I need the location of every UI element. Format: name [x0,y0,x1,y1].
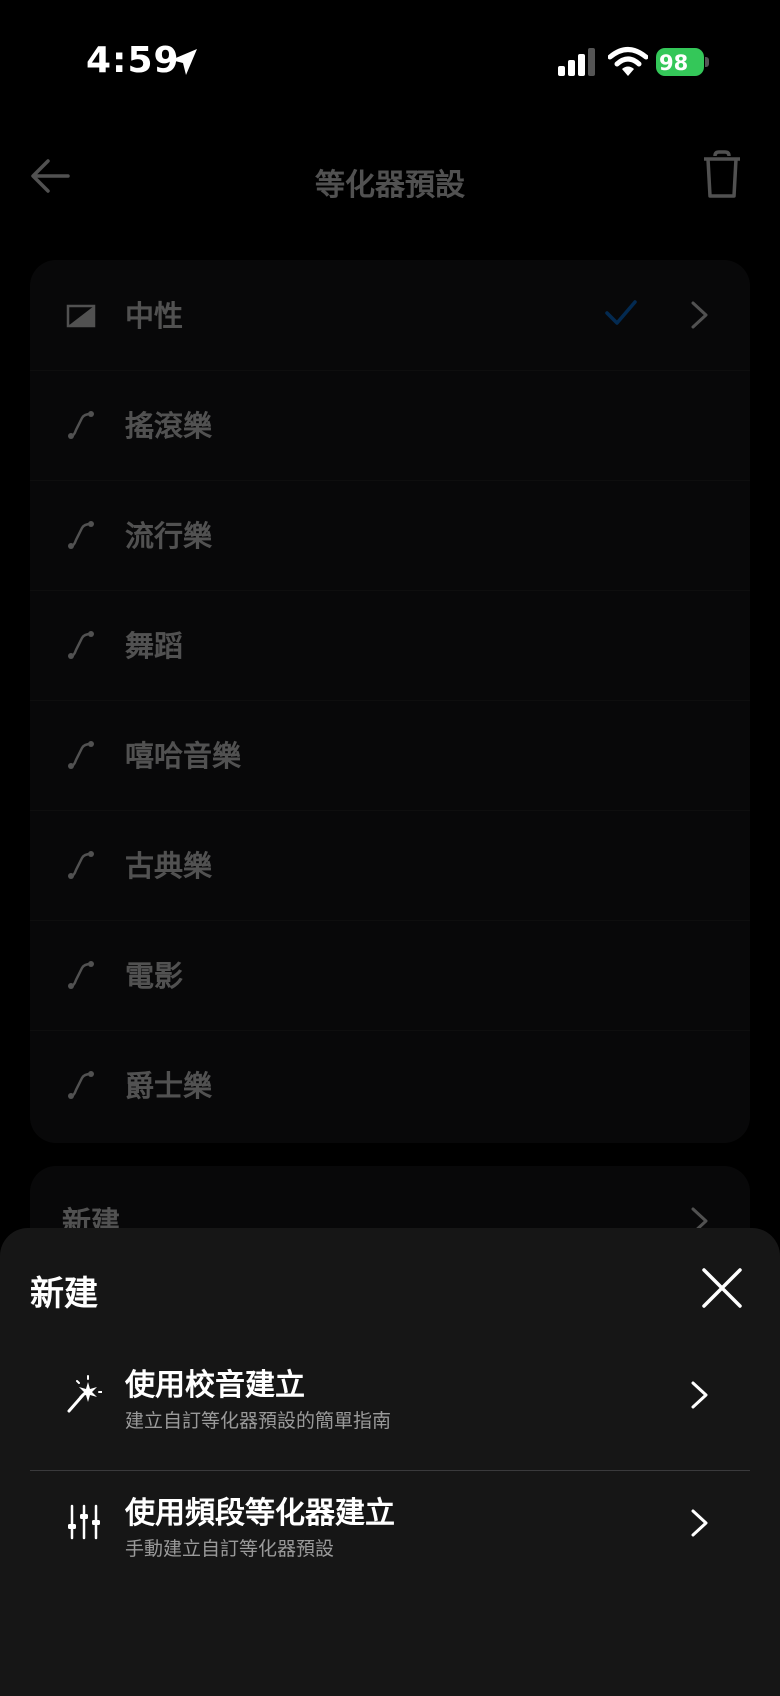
curve-icon [68,521,94,549]
option-title: 使用校音建立 [125,1368,305,1403]
chevron-right-icon [691,1509,708,1537]
nav-bar: 等化器預設 [0,130,780,220]
close-icon[interactable] [700,1266,744,1310]
status-time: 4:59 [86,40,180,81]
preset-row-neutral[interactable]: 中性 [30,260,750,371]
curve-icon [68,741,94,769]
preset-label: 舞蹈 [125,629,184,663]
curve-icon [68,411,94,439]
create-with-band-eq-option[interactable]: 使用頻段等化器建立 手動建立自訂等化器預設 [30,1470,750,1596]
preset-label: 古典樂 [125,849,213,883]
preset-label: 中性 [125,299,184,333]
cellular-signal-icon [558,48,595,76]
preset-label: 嘻哈音樂 [125,739,242,773]
preset-label: 搖滾樂 [125,409,213,443]
chevron-right-icon [691,301,708,329]
option-subtitle: 手動建立自訂等化器預設 [125,1538,335,1560]
preset-row-jazz[interactable]: 爵士樂 [30,1030,750,1140]
curve-icon [68,851,94,879]
checkmark-icon [605,300,637,325]
curve-icon [68,1071,94,1099]
preset-row-classical[interactable]: 古典樂 [30,810,750,921]
magic-wand-icon [67,1375,102,1413]
battery-indicator: 98 [656,48,710,78]
preset-row-dance[interactable]: 舞蹈 [30,590,750,701]
option-title: 使用頻段等化器建立 [125,1496,395,1531]
preset-label: 爵士樂 [125,1069,213,1103]
create-with-calibration-option[interactable]: 使用校音建立 建立自訂等化器預設的簡單指南 [30,1342,750,1468]
preset-list: 中性 搖滾樂 流行樂 舞蹈 嘻哈音樂 古典樂 電影 爵士樂 [30,260,750,1143]
trash-icon[interactable] [700,150,744,200]
preset-row-hiphop[interactable]: 嘻哈音樂 [30,700,750,811]
curve-icon [68,961,94,989]
sliders-icon [68,1504,100,1540]
battery-cap [705,57,709,67]
preset-row-rock[interactable]: 搖滾樂 [30,370,750,481]
preset-label: 流行樂 [125,519,213,553]
preset-row-movie[interactable]: 電影 [30,920,750,1031]
page-title: 等化器預設 [315,168,465,203]
status-bar: 4:59 98 [0,0,780,130]
sheet-title: 新建 [30,1274,98,1314]
neutral-preset-icon [66,304,96,328]
preset-row-pop[interactable]: 流行樂 [30,480,750,591]
option-subtitle: 建立自訂等化器預設的簡單指南 [125,1410,392,1432]
curve-icon [68,631,94,659]
preset-label: 電影 [125,959,184,993]
battery-level: 98 [659,51,689,75]
location-arrow-icon [171,49,197,75]
wifi-icon [608,47,648,76]
chevron-right-icon [691,1381,708,1409]
